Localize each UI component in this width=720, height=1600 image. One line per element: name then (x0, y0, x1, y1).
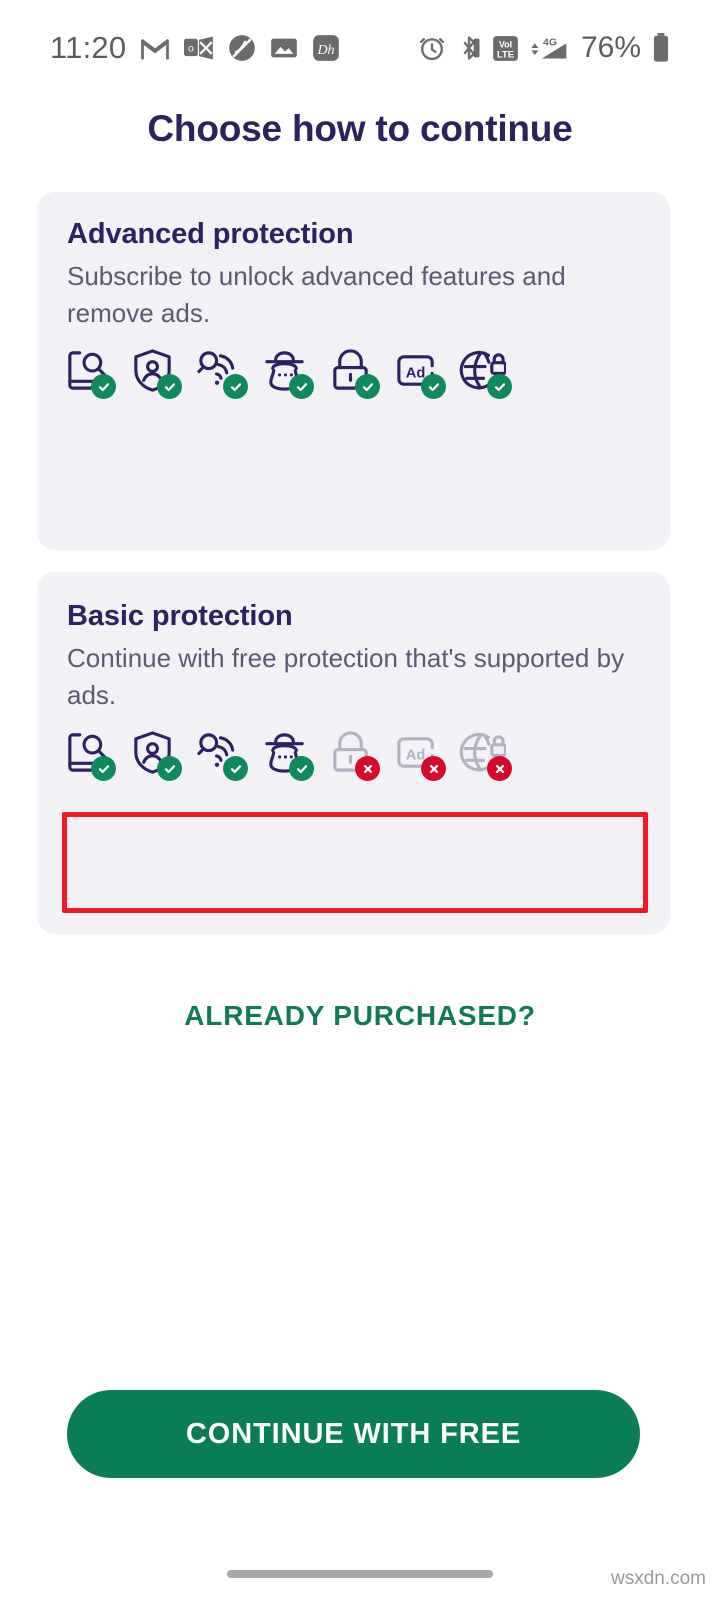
card-advanced-protection: Advanced protection Subscribe to unlock … (37, 192, 670, 718)
status-bar-clock: 11:20 (50, 30, 127, 65)
feature-ad-block-icon: Ad (393, 729, 446, 781)
continue-with-free-button[interactable]: CONTINUE WITH FREE (67, 1390, 640, 1478)
svg-text:Dh: Dh (317, 43, 335, 58)
card-description-advanced: Subscribe to unlock advanced features an… (67, 261, 566, 328)
feature-ad-block-icon: Ad (393, 347, 446, 399)
feature-spy-hacker-icon (261, 347, 314, 399)
do-not-disturb-icon (228, 34, 256, 62)
badge-included (91, 756, 116, 781)
badge-excluded (487, 756, 512, 781)
watermark: wsxdn.com (610, 1568, 706, 1589)
badge-included (289, 374, 314, 399)
feature-icons-advanced: Ad (63, 347, 512, 399)
card-title-basic: Basic protection (67, 600, 293, 632)
disney-hotstar-icon: Dh (312, 34, 340, 62)
outlook-icon: o (184, 35, 214, 61)
feature-icons-basic: Ad (63, 729, 512, 781)
feature-globe-lock-icon (459, 347, 512, 399)
badge-included (223, 374, 248, 399)
badge-included (421, 374, 446, 399)
signal-4g-icon: 4G (530, 34, 570, 62)
volte-icon: VoI LTE (492, 35, 519, 62)
feature-wifi-scan-icon (195, 729, 248, 781)
badge-included (91, 374, 116, 399)
badge-included (223, 756, 248, 781)
already-purchased-link[interactable]: ALREADY PURCHASED? (0, 1000, 720, 1032)
badge-excluded (355, 756, 380, 781)
svg-text:LTE: LTE (497, 49, 514, 60)
battery-icon (652, 33, 670, 63)
feature-shield-person-icon (129, 729, 182, 781)
svg-text:VoI: VoI (499, 39, 512, 49)
svg-text:o: o (188, 43, 194, 54)
badge-included (289, 756, 314, 781)
badge-excluded (421, 756, 446, 781)
alarm-icon (418, 34, 446, 62)
gesture-nav-bar[interactable] (227, 1570, 493, 1578)
status-bar: 11:20 o Dh VoI LTE 4G 76% (0, 0, 720, 96)
badge-included (157, 756, 182, 781)
page-title: Choose how to continue (147, 108, 573, 149)
feature-spy-hacker-icon (261, 729, 314, 781)
feature-wifi-scan-icon (195, 347, 248, 399)
feature-lock-icon (327, 729, 380, 781)
card-title-advanced: Advanced protection (67, 218, 354, 250)
badge-included (487, 374, 512, 399)
bluetooth-icon (457, 34, 481, 62)
gmail-icon (140, 35, 170, 61)
feature-shield-person-icon (129, 347, 182, 399)
feature-lock-icon (327, 347, 380, 399)
feature-globe-lock-icon (459, 729, 512, 781)
battery-percent-label: 76% (580, 31, 641, 64)
feature-device-scan-icon (63, 347, 116, 399)
badge-included (355, 374, 380, 399)
card-basic-protection: Basic protection Continue with free prot… (37, 572, 670, 1478)
svg-text:4G: 4G (543, 37, 557, 49)
badge-included (157, 374, 182, 399)
feature-device-scan-icon (63, 729, 116, 781)
card-description-basic: Continue with free protection that's sup… (67, 643, 625, 710)
photos-icon (270, 36, 298, 60)
